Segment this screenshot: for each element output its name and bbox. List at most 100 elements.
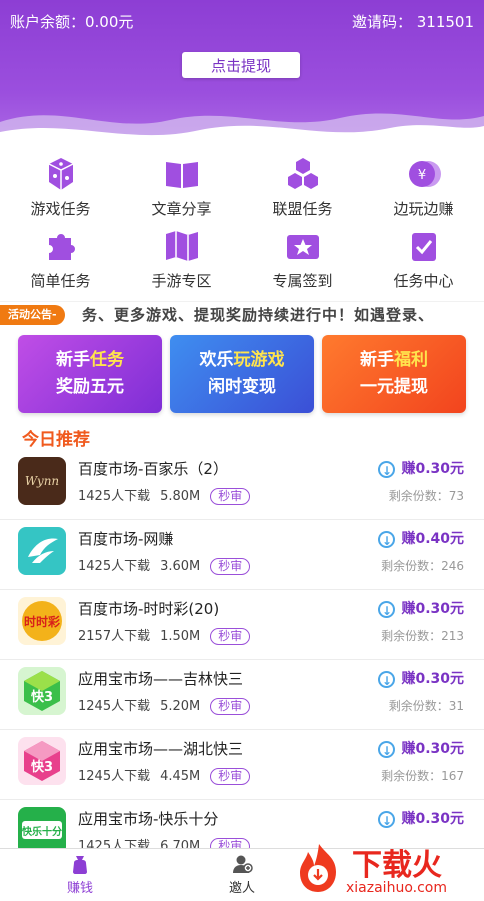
grid-item-play-and-earn[interactable]: ¥ 边玩边赚 [363, 156, 484, 226]
reward-button[interactable]: ↓ 赚0.30元 [378, 668, 464, 688]
reward-button[interactable]: ↓ 赚0.40元 [378, 528, 464, 548]
announcement-text: 务、更多游戏、提现奖励持续进行中！如遇登录、 [82, 306, 435, 324]
tab-earn[interactable]: 赚钱 [40, 853, 120, 896]
download-count: 1425人下载 [78, 559, 151, 574]
announcement-tag: 活动公告- [0, 305, 65, 325]
flame-icon [300, 844, 336, 892]
banner-line1-b: 任务 [90, 350, 124, 370]
ticket-icon [286, 235, 319, 259]
app-size: 5.20M [160, 699, 201, 714]
tab-label: 赚钱 [66, 881, 93, 896]
banner-line1-a: 欢乐 [199, 350, 234, 370]
remaining-count: 剩余份数：213 [381, 629, 464, 643]
list-item[interactable]: 快3 应用宝市场——吉林快三 1245人下载 5.20M 秒审 ↓ 赚0.30元 剩余… [0, 660, 484, 730]
remaining-count: 剩余份数：167 [381, 769, 464, 783]
quick-review-badge: 秒审 [210, 768, 251, 785]
list-item[interactable]: 快3 应用宝市场——湖北快三 1245人下载 4.45M 秒审 ↓ 赚0.30元 剩余… [0, 730, 484, 800]
app-name: 百度市场-时时彩(20) [78, 600, 220, 618]
grid-item-game-tasks[interactable]: 游戏任务 [0, 156, 121, 226]
app-meta: 1425人下载 3.60M 秒审 [78, 555, 260, 575]
banner-newbie-welfare[interactable]: 新手福利 一元提现 [322, 335, 466, 413]
app-size: 4.45M [160, 769, 201, 784]
announcement-bar[interactable]: 活动公告- 务、更多游戏、提现奖励持续进行中！如遇登录、 [0, 301, 484, 328]
reward-button[interactable]: ↓ 赚0.30元 [378, 458, 464, 478]
reward-amount: 赚0.40元 [401, 531, 464, 547]
reward-button[interactable]: ↓ 赚0.30元 [378, 738, 464, 758]
quick-review-badge: 秒审 [210, 698, 251, 715]
app-meta: 1425人下载 5.80M 秒审 [78, 485, 260, 505]
app-icon: 快3 [18, 667, 66, 715]
grid-item-exclusive-checkin[interactable]: 专属签到 [242, 228, 363, 298]
grid-item-label: 文章分享 [151, 200, 212, 218]
book-icon [165, 162, 198, 188]
tab-invite[interactable]: 邀人 [202, 853, 282, 896]
list-item[interactable]: Wynn 百度市场-百家乐（2） 1425人下载 5.80M 秒审 ↓ 赚0.30元 … [0, 450, 484, 520]
app-size: 1.50M [160, 629, 201, 644]
grid-item-label: 简单任务 [30, 272, 91, 290]
grid-item-label: 任务中心 [393, 272, 454, 290]
grid-item-label: 游戏任务 [30, 200, 91, 218]
download-count: 2157人下载 [78, 629, 151, 644]
grid-item-mobile-games[interactable]: 手游专区 [121, 228, 242, 298]
banner-play-games[interactable]: 欢乐玩游戏 闲时变现 [170, 335, 314, 413]
download-icon: ↓ [378, 530, 396, 548]
reward-amount: 赚0.30元 [401, 601, 464, 617]
banner-line1-b: 玩游戏 [233, 350, 285, 370]
account-balance: 账户余额：0.00元 [10, 13, 134, 31]
quick-review-badge: 秒审 [210, 628, 251, 645]
download-count: 1245人下载 [78, 699, 151, 714]
app-size: 5.80M [160, 489, 201, 504]
reward-button[interactable]: ↓ 赚0.30元 [378, 808, 464, 828]
app-icon-text: Wynn [25, 474, 59, 488]
app-name: 应用宝市场——吉林快三 [78, 670, 244, 688]
hexagons-icon [287, 158, 318, 189]
money-bag-icon [73, 856, 87, 874]
app-size: 3.60M [160, 559, 201, 574]
download-icon: ↓ [378, 460, 396, 478]
app-icon: 时时彩 [18, 597, 66, 645]
banner-line2: 闲时变现 [208, 377, 276, 397]
app-name: 百度市场-网赚 [78, 530, 174, 548]
withdraw-button[interactable]: 点击提现 [182, 52, 300, 78]
banner-line1-a: 新手 [360, 350, 394, 370]
map-icon [165, 231, 198, 261]
remaining-count: 剩余份数：73 [388, 489, 464, 503]
remaining-count: 剩余份数：31 [388, 699, 464, 713]
reward-amount: 赚0.30元 [401, 671, 464, 687]
grid-item-alliance-tasks[interactable]: 联盟任务 [242, 156, 363, 226]
watermark-logo: 下载火 xiazaihuo.com [290, 836, 484, 900]
grid-item-label: 联盟任务 [272, 200, 333, 218]
banner-line1-b: 福利 [394, 350, 428, 370]
app-icon-text: 快3 [31, 759, 53, 775]
checklist-icon [411, 233, 436, 261]
app-name: 应用宝市场-快乐十分 [78, 810, 219, 828]
grid-item-task-center[interactable]: 任务中心 [363, 228, 484, 298]
invite-code: 邀请码： 311501 [351, 13, 474, 31]
app-meta: 1245人下载 5.20M 秒审 [78, 695, 260, 715]
watermark-url: xiazaihuo.com [346, 880, 447, 896]
app-icon-text: 快3 [31, 689, 53, 705]
add-user-icon [233, 855, 253, 873]
grid-item-simple-tasks[interactable]: 简单任务 [0, 228, 121, 298]
header-wave [0, 113, 484, 156]
reward-button[interactable]: ↓ 赚0.30元 [378, 598, 464, 618]
remaining-count: 剩余份数：246 [381, 559, 464, 573]
grid-item-label: 专属签到 [272, 272, 333, 290]
quick-review-badge: 秒审 [210, 488, 251, 505]
header-banner: 账户余额：0.00元 邀请码： 311501 点击提现 [0, 0, 484, 156]
app-icon [18, 527, 66, 575]
banner-line2: 一元提现 [360, 377, 428, 397]
download-icon: ↓ [378, 810, 396, 828]
banner-newbie-task[interactable]: 新手任务 奖励五元 [18, 335, 162, 413]
grid-item-article-share[interactable]: 文章分享 [121, 156, 242, 226]
watermark-text: 下载火 [352, 848, 442, 883]
section-title-today: 今日推荐 [22, 430, 90, 450]
list-item[interactable]: 时时彩 百度市场-时时彩(20) 2157人下载 1.50M 秒审 ↓ 赚0.30元 … [0, 590, 484, 660]
reward-amount: 赚0.30元 [401, 811, 464, 827]
list-item[interactable]: 百度市场-网赚 1425人下载 3.60M 秒审 ↓ 赚0.40元 剩余份数：246 [0, 520, 484, 590]
download-icon: ↓ [378, 600, 396, 618]
app-icon-text: 快乐十分 [21, 825, 62, 838]
dice-icon [48, 158, 73, 190]
download-icon: ↓ [378, 670, 396, 688]
download-icon: ↓ [378, 740, 396, 758]
